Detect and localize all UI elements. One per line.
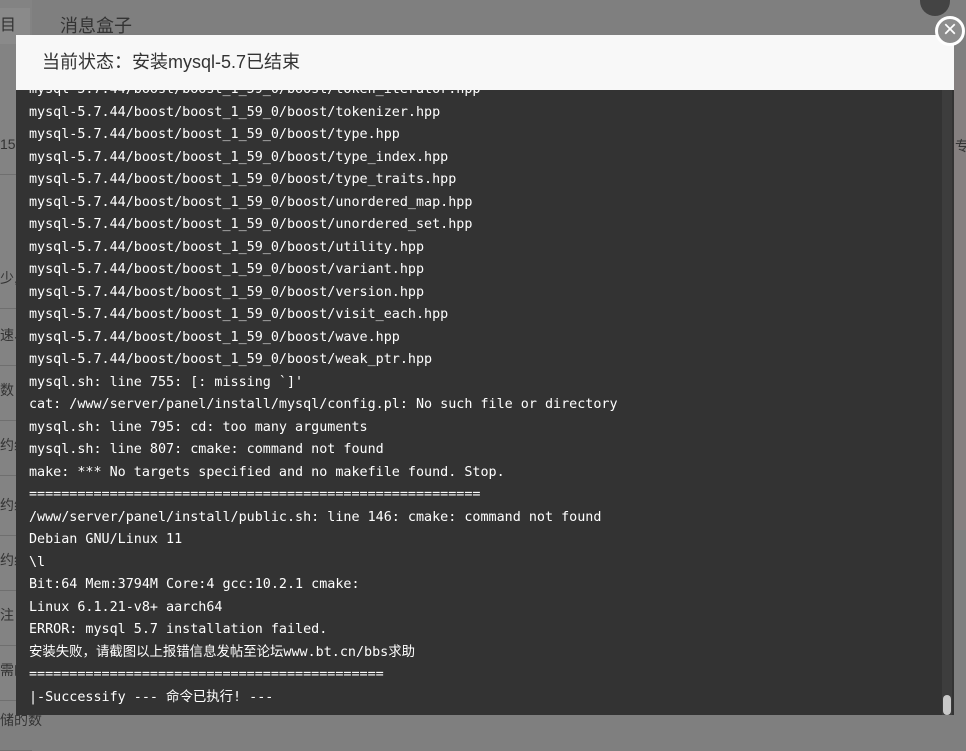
log-line: mysql.sh: line 795: cd: too many argumen… (29, 419, 368, 435)
background-text-fragment: 注 (0, 607, 14, 623)
log-line: mysql-5.7.44/boost/boost_1_59_0/boost/to… (29, 104, 441, 120)
scrollbar-thumb[interactable] (943, 695, 951, 715)
log-line: mysql-5.7.44/boost/boost_1_59_0/boost/we… (29, 352, 433, 367)
log-line: Bit:64 Mem:3794M Core:4 gcc:10.2.1 cmake… (29, 577, 360, 592)
log-line: Linux 6.1.21-v8+ aarch64 (29, 599, 223, 615)
log-line: mysql-5.7.44/boost/boost_1_59_0/boost/ty… (29, 149, 449, 165)
log-line: make: *** No targets specified and no ma… (29, 464, 505, 480)
log-line: mysql.sh: line 807: cmake: command not f… (29, 442, 384, 457)
log-line: mysql.sh: line 755: [: missing `]' (29, 374, 304, 390)
dialog-title: 当前状态：安装mysql-5.7已结束 (16, 35, 954, 90)
log-line: mysql-5.7.44/boost/boost_1_59_0/boost/ty… (29, 127, 400, 142)
log-output[interactable]: mysql-5.7.44/boost/boost_1_59_0/boost/to… (16, 90, 942, 715)
log-line: mysql-5.7.44/boost/boost_1_59_0/boost/va… (29, 262, 425, 277)
log-line: Debian GNU/Linux 11 (29, 532, 183, 547)
log-line: 安装失败，请截图以上报错信息发帖至论坛www.bt.cn/bbs求助 (29, 644, 416, 660)
log-line: mysql-5.7.44/boost/boost_1_59_0/boost/ve… (29, 284, 425, 300)
background-close-icon (920, 0, 950, 16)
log-line: ERROR: mysql 5.7 installation failed. (29, 622, 328, 637)
log-line: /www/server/panel/install/public.sh: lin… (29, 509, 602, 525)
log-line: |-Successify --- 命令已执行! --- (29, 689, 274, 705)
background-text-fragment: 数 (0, 382, 14, 398)
log-line: mysql-5.7.44/boost/boost_1_59_0/boost/un… (29, 194, 473, 210)
log-line: mysql-5.7.44/boost/boost_1_59_0/boost/vi… (29, 307, 449, 322)
log-scrollbar[interactable] (942, 90, 952, 715)
close-icon[interactable]: × (935, 16, 965, 46)
log-line: ========================================… (29, 487, 481, 502)
log-line: ========================================… (29, 667, 384, 682)
background-right-fragment: 专 (955, 138, 966, 154)
log-line: \l (29, 554, 46, 570)
log-line: mysql-5.7.44/boost/boost_1_59_0/boost/wa… (29, 329, 400, 345)
log-line: mysql-5.7.44/boost/boost_1_59_0/boost/ty… (29, 172, 457, 187)
log-line: cat: /www/server/panel/install/mysql/con… (29, 397, 618, 412)
log-line: mysql-5.7.44/boost/boost_1_59_0/boost/to… (29, 90, 618, 102)
log-line: mysql-5.7.44/boost/boost_1_59_0/boost/ut… (29, 239, 425, 255)
log-line: mysql-5.7.44/boost/boost_1_59_0/boost/un… (29, 217, 473, 232)
install-log-dialog: 当前状态：安装mysql-5.7已结束 mysql-5.7.44/boost/b… (16, 35, 954, 715)
